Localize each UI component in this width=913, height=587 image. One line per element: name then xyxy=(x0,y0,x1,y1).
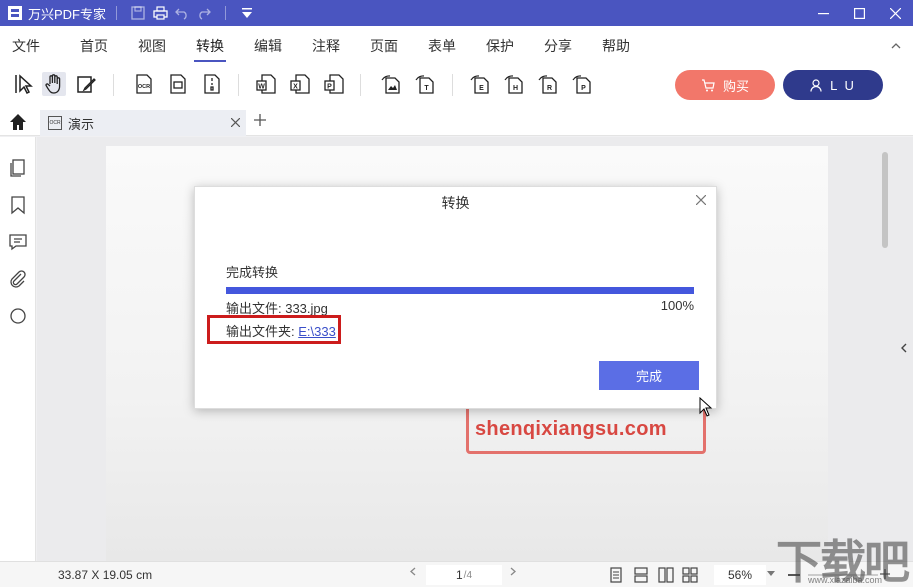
ocr-icon[interactable]: OCR xyxy=(132,72,156,96)
buy-label: 购买 xyxy=(722,78,749,94)
watermark-text: shenqixiangsu.com xyxy=(475,418,667,440)
page-dimensions: 33.87 X 19.05 cm xyxy=(58,568,153,582)
left-sidebar xyxy=(0,137,36,561)
svg-text:H: H xyxy=(513,85,518,92)
current-page: 1 xyxy=(455,568,463,582)
progress-percent: 100% xyxy=(660,298,694,313)
conversion-dialog: 转换 完成转换 输出文件: 333.jpg 100% 输出文件夹: E:\333… xyxy=(194,186,717,409)
compress-icon[interactable] xyxy=(200,72,224,96)
menu-convert[interactable]: 转换 xyxy=(194,36,226,62)
menu-edit[interactable]: 编辑 xyxy=(254,36,282,56)
user-icon xyxy=(810,78,822,92)
new-tab-icon[interactable] xyxy=(254,111,266,131)
select-tool-icon[interactable] xyxy=(12,72,36,96)
home-icon[interactable] xyxy=(8,112,28,132)
to-ppt-icon[interactable]: P xyxy=(322,72,346,96)
svg-text:T: T xyxy=(424,85,429,92)
progress-bar xyxy=(226,287,694,294)
svg-text:R: R xyxy=(547,85,552,92)
user-account-button[interactable]: L U xyxy=(783,70,883,100)
attachment-icon[interactable] xyxy=(8,269,28,289)
buy-button[interactable]: 购买 xyxy=(675,70,775,100)
to-excel-icon[interactable]: X xyxy=(288,72,312,96)
zoom-dropdown-icon[interactable] xyxy=(767,568,775,578)
total-pages: /4 xyxy=(463,569,473,581)
document-type-icon: OCR xyxy=(48,116,62,130)
maximize-button[interactable] xyxy=(841,0,877,26)
undo-icon[interactable] xyxy=(171,2,193,24)
page-number-field[interactable]: 1/4 xyxy=(426,565,502,585)
print-icon[interactable] xyxy=(149,2,171,24)
zoom-level-field[interactable]: 56% xyxy=(714,565,766,585)
cart-icon xyxy=(701,78,715,91)
title-divider xyxy=(116,6,118,20)
expand-right-panel-icon[interactable] xyxy=(901,343,907,356)
comment-icon[interactable] xyxy=(8,232,28,252)
menu-bar: 文件 首页 视图 转换 编辑 注释 页面 表单 保护 分享 帮助 xyxy=(0,26,913,62)
menu-home[interactable]: 首页 xyxy=(80,36,108,56)
conversion-status: 完成转换 xyxy=(226,265,279,280)
quick-access-dropdown-icon[interactable] xyxy=(236,2,258,24)
redo-icon[interactable] xyxy=(193,2,215,24)
menu-comment[interactable]: 注释 xyxy=(312,36,340,56)
thumbnails-icon[interactable] xyxy=(8,158,28,178)
svg-text:X: X xyxy=(293,84,298,91)
app-logo-icon xyxy=(8,6,22,20)
edit-tool-icon[interactable] xyxy=(74,72,98,96)
hand-tool-icon[interactable] xyxy=(42,72,66,96)
svg-text:E: E xyxy=(479,85,484,92)
ribbon-toolbar: OCR W X P T E H R P xyxy=(0,62,913,108)
minimize-button[interactable] xyxy=(805,0,841,26)
svg-text:P: P xyxy=(581,85,586,92)
corner-brand-url: www.xiazaiba.com xyxy=(808,575,883,585)
previous-page-icon[interactable] xyxy=(410,567,416,579)
progress-fill xyxy=(226,287,694,294)
continuous-view-icon[interactable] xyxy=(633,567,649,583)
bookmark-icon[interactable] xyxy=(8,195,28,215)
mouse-cursor-icon xyxy=(699,397,713,417)
done-button[interactable]: 完成 xyxy=(599,361,699,390)
menu-view[interactable]: 视图 xyxy=(138,36,166,56)
grid-view-icon[interactable] xyxy=(682,567,698,583)
menu-share[interactable]: 分享 xyxy=(544,36,572,56)
menu-help[interactable]: 帮助 xyxy=(602,36,630,56)
highlight-annotation-box xyxy=(207,315,341,344)
crop-page-icon[interactable] xyxy=(166,72,190,96)
menu-page[interactable]: 页面 xyxy=(370,36,398,56)
svg-text:P: P xyxy=(327,84,332,91)
tab-label: 演示 xyxy=(68,116,95,132)
vertical-scrollbar[interactable] xyxy=(882,152,888,248)
dialog-close-icon[interactable] xyxy=(695,192,707,209)
menu-protect[interactable]: 保护 xyxy=(486,36,514,56)
ocr-icon-text: OCR xyxy=(138,84,150,90)
dialog-title: 转换 xyxy=(441,195,470,211)
app-title: 万兴PDF专家 xyxy=(28,6,107,22)
search-icon[interactable] xyxy=(8,306,28,326)
svg-text:W: W xyxy=(258,84,265,91)
to-image-icon[interactable] xyxy=(378,72,402,96)
to-rtf-icon[interactable]: R xyxy=(535,72,559,96)
menu-file[interactable]: 文件 xyxy=(12,36,40,56)
to-epub-icon[interactable]: E xyxy=(467,72,491,96)
tab-document[interactable]: OCR 演示 xyxy=(40,110,246,136)
single-page-view-icon[interactable] xyxy=(608,567,624,583)
collapse-ribbon-icon[interactable] xyxy=(891,40,901,52)
close-window-button[interactable] xyxy=(877,0,913,26)
two-page-view-icon[interactable] xyxy=(658,567,674,583)
close-tab-icon[interactable] xyxy=(230,115,241,130)
save-icon[interactable] xyxy=(127,2,149,24)
to-html-icon[interactable]: H xyxy=(501,72,525,96)
to-pdfa-icon[interactable]: P xyxy=(569,72,593,96)
menu-form[interactable]: 表单 xyxy=(428,36,456,56)
to-text-icon[interactable]: T xyxy=(412,72,436,96)
title-divider-2 xyxy=(225,6,227,20)
next-page-icon[interactable] xyxy=(510,567,516,579)
to-word-icon[interactable]: W xyxy=(254,72,278,96)
document-tab-bar: OCR 演示 xyxy=(0,108,913,136)
title-bar: 万兴PDF专家 xyxy=(0,0,913,26)
user-label: L U xyxy=(830,77,856,93)
